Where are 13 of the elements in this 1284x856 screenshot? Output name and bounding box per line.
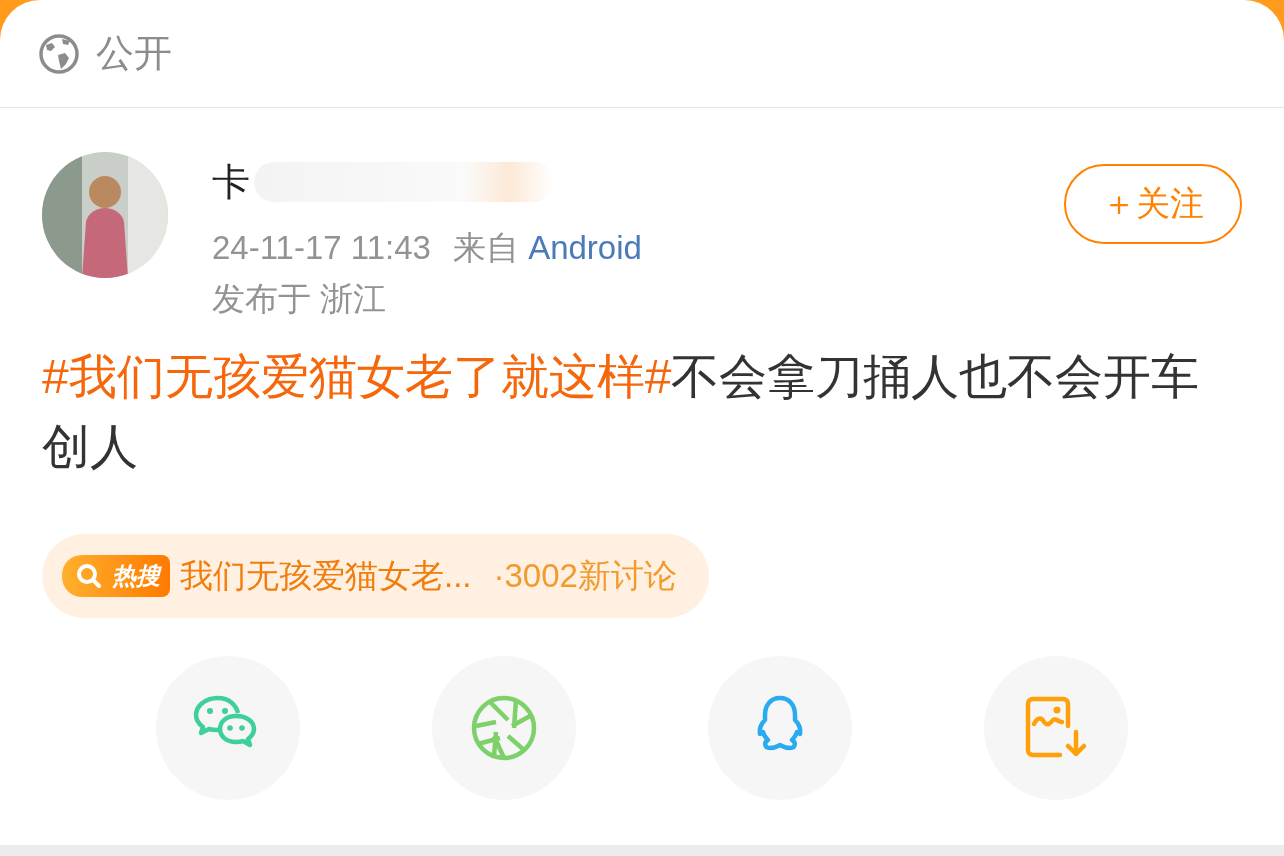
visibility-label: 公开 [96, 31, 172, 76]
author-name[interactable]: 卡 [212, 156, 250, 208]
hot-search-title: 我们无孩爱猫女老... [180, 555, 472, 596]
post-text: #我们无孩爱猫女老了就这样#不会拿刀捅人也不会开车创人 [42, 349, 1201, 475]
globe-icon [38, 32, 80, 75]
discussion-count: ·3002新讨论 [493, 555, 677, 596]
hot-search-banner[interactable]: 热搜 我们无孩爱猫女老... ·3002新讨论 [42, 534, 709, 618]
topic-link[interactable]: #我们无孩爱猫女老了就这样# [42, 350, 672, 403]
post-location: 发布于 浙江 [212, 279, 388, 319]
search-icon [74, 561, 104, 591]
follow-button[interactable]: ＋关注 [1064, 164, 1242, 244]
post-meta: 24-11-17 11:43 来自 Android [212, 228, 643, 268]
hot-search-badge: 热搜 [62, 555, 170, 597]
